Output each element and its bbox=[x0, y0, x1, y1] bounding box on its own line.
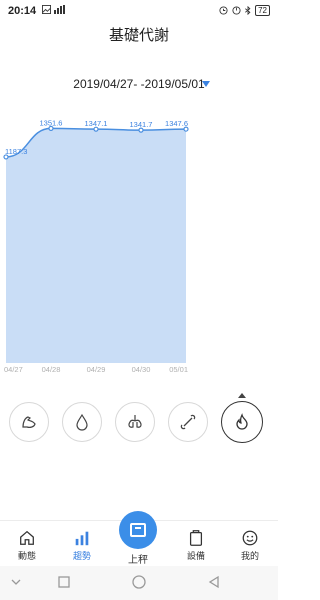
smiley-icon bbox=[242, 530, 258, 546]
nav-item-label: 我的 bbox=[240, 551, 259, 561]
recent-apps-icon[interactable] bbox=[56, 574, 72, 590]
notification-icons bbox=[42, 5, 66, 14]
weigh-in-button[interactable] bbox=[119, 511, 157, 549]
date-dropdown-caret-icon[interactable] bbox=[202, 81, 210, 87]
nav-item-label: 趨勢 bbox=[72, 551, 91, 561]
metric-selector bbox=[0, 401, 278, 446]
status-bar: 20:14 72 bbox=[0, 0, 278, 22]
system-nav-bar bbox=[0, 566, 278, 600]
chart-data-label: 1347.6 bbox=[165, 119, 188, 128]
chart-data-label: 1187.3 bbox=[5, 147, 27, 156]
muscle-icon bbox=[22, 416, 36, 428]
chart-x-tick-label: 05/01 bbox=[169, 365, 188, 374]
trend-chart-svg: 1187.3 04/27 1351.6 04/28 1347.1 04/29 1341.7 0… bbox=[3, 118, 189, 374]
bluetooth-icon bbox=[245, 6, 251, 15]
trend-bars-icon bbox=[75, 531, 89, 546]
signal-bars-icon bbox=[54, 5, 65, 14]
system-status-icons: 72 bbox=[219, 5, 270, 16]
chart-x-tick-label: 04/27 bbox=[4, 365, 23, 374]
home-icon bbox=[20, 530, 34, 545]
chart-data-label: 1351.6 bbox=[40, 118, 63, 127]
back-triangle-icon[interactable] bbox=[206, 574, 222, 590]
chevron-down-icon[interactable] bbox=[8, 574, 24, 590]
scale-icon bbox=[130, 523, 146, 537]
battery-indicator: 72 bbox=[255, 5, 270, 16]
metric-muscle-button[interactable] bbox=[9, 402, 49, 442]
nav-item-activity[interactable]: 動態 bbox=[7, 529, 47, 562]
chart-x-tick-label: 04/30 bbox=[132, 365, 151, 374]
weigh-in-label: 上秤 bbox=[128, 555, 148, 566]
timer-icon bbox=[232, 6, 241, 15]
nav-item-devices[interactable]: 設備 bbox=[176, 529, 216, 562]
chart-area-fill bbox=[6, 128, 186, 363]
trend-chart: 1187.3 04/27 1351.6 04/28 1347.1 04/29 1341.7 0… bbox=[0, 118, 278, 380]
chart-data-label: 1341.7 bbox=[130, 120, 153, 129]
chart-data-label: 1347.1 bbox=[85, 119, 108, 128]
image-notification-icon bbox=[42, 5, 51, 14]
date-range-label[interactable]: 2019/04/27- -2019/05/01 bbox=[0, 77, 278, 91]
device-icon bbox=[189, 530, 203, 546]
bone-icon bbox=[180, 414, 196, 430]
home-circle-icon[interactable] bbox=[131, 574, 147, 590]
water-drop-icon bbox=[76, 413, 88, 431]
chart-x-tick-label: 04/29 bbox=[87, 365, 106, 374]
nav-item-trends[interactable]: 趨勢 bbox=[62, 529, 102, 562]
nav-item-label: 設備 bbox=[186, 551, 205, 561]
lungs-icon bbox=[128, 415, 142, 428]
flame-icon bbox=[236, 413, 248, 430]
selected-metric-indicator bbox=[238, 393, 246, 398]
page-title: 基礎代謝 bbox=[108, 27, 169, 44]
metric-lungs-button[interactable] bbox=[115, 402, 155, 442]
alarm-clock-icon bbox=[219, 6, 228, 15]
metric-bone-button[interactable] bbox=[168, 402, 208, 442]
metric-bmr-button[interactable] bbox=[221, 401, 263, 443]
chart-x-tick-label: 04/28 bbox=[42, 365, 61, 374]
status-time: 20:14 bbox=[8, 5, 37, 17]
metric-water-button[interactable] bbox=[62, 402, 102, 442]
nav-item-profile[interactable]: 我的 bbox=[230, 529, 270, 562]
nav-item-label: 動態 bbox=[17, 551, 36, 561]
